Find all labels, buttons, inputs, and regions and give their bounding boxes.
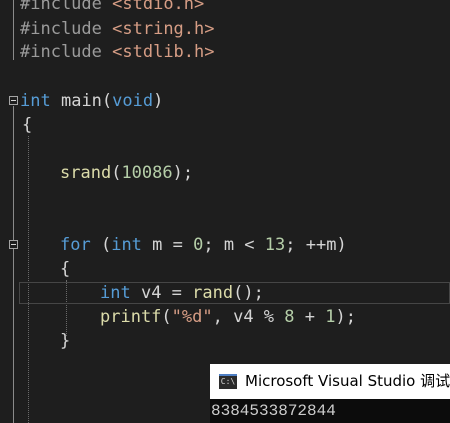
console-window-title: Microsoft Visual Studio 调试控制台 xyxy=(245,372,450,390)
preprocessor-directive: #include xyxy=(20,42,102,62)
code-fragment: m = xyxy=(141,235,194,255)
code-fragment: ( xyxy=(90,235,112,255)
code-line-open-brace-for[interactable]: { xyxy=(60,257,70,281)
code-fragment: + xyxy=(294,307,326,327)
outline-line-for xyxy=(13,250,14,356)
code-line-main-signature[interactable]: int main(void) xyxy=(20,89,163,113)
include-header: <stdlib.h> xyxy=(112,42,215,62)
code-fragment: ( xyxy=(161,307,172,327)
console-app-icon: C:\ xyxy=(219,374,237,389)
code-line-srand[interactable]: srand(10086); xyxy=(60,161,193,185)
brace: } xyxy=(60,331,71,351)
paren-close: ); xyxy=(172,163,194,183)
code-editor-window: #include <stdio.h> #include <string.h> #… xyxy=(0,0,450,423)
for-keyword: for xyxy=(60,235,91,255)
paren-open: ( xyxy=(101,91,113,111)
paren-open: ( xyxy=(111,163,122,183)
code-fragment: (); xyxy=(233,283,264,303)
function-name: main xyxy=(60,91,102,111)
collapse-main-icon[interactable] xyxy=(9,96,18,105)
type-keyword: int xyxy=(100,283,131,303)
type-keyword: int xyxy=(111,235,142,255)
brace: { xyxy=(22,115,33,135)
code-line-rand[interactable]: int v4 = rand(); xyxy=(100,281,264,305)
code-line-for[interactable]: for (int m = 0; m < 13; ++m) xyxy=(60,233,347,257)
number-literal: 8 xyxy=(284,307,295,327)
code-line-open-brace-main[interactable]: { xyxy=(22,113,32,137)
seed-number: 10086 xyxy=(121,163,173,183)
include-header: <string.h> xyxy=(112,19,215,39)
debug-console-window[interactable]: C:\ Microsoft Visual Studio 调试控制台 838453… xyxy=(210,364,450,423)
collapse-for-icon[interactable] xyxy=(9,240,18,249)
code-fragment: v4 = xyxy=(130,283,193,303)
console-output-text: 8384533872844 xyxy=(211,402,336,420)
code-fragment: ); xyxy=(335,307,356,327)
outline-line-includes xyxy=(13,0,14,60)
param-keyword: void xyxy=(112,91,154,111)
console-output-area[interactable]: 8384533872844 xyxy=(210,399,450,423)
code-line-1[interactable]: #include <stdio.h> xyxy=(20,0,204,16)
console-title-bar[interactable]: C:\ Microsoft Visual Studio 调试控制台 xyxy=(210,364,450,399)
preprocessor-directive: #include xyxy=(20,19,102,39)
indent-guide-main xyxy=(28,136,29,423)
include-header: <stdio.h> xyxy=(112,0,205,14)
code-line-2[interactable]: #include <string.h> xyxy=(20,17,215,41)
number-literal: 0 xyxy=(193,235,204,255)
brace: { xyxy=(60,259,71,279)
code-line-printf[interactable]: printf("%d", v4 % 8 + 1); xyxy=(100,305,356,329)
function-call-srand: srand xyxy=(60,163,112,183)
function-call-rand: rand xyxy=(192,283,234,303)
paren-close: ) xyxy=(153,91,164,111)
code-fragment: ; ++m) xyxy=(285,235,347,255)
code-fragment: , v4 % xyxy=(212,307,285,327)
code-fragment: ; m < xyxy=(203,235,265,255)
number-literal: 13 xyxy=(264,235,286,255)
return-type-keyword: int xyxy=(20,91,51,111)
code-line-close-brace-for[interactable]: } xyxy=(60,329,70,353)
number-literal: 1 xyxy=(325,307,336,327)
format-string: "%d" xyxy=(171,307,213,327)
preprocessor-directive: #include xyxy=(20,0,102,14)
code-line-3[interactable]: #include <stdlib.h> xyxy=(20,40,215,64)
function-call-printf: printf xyxy=(100,307,162,327)
